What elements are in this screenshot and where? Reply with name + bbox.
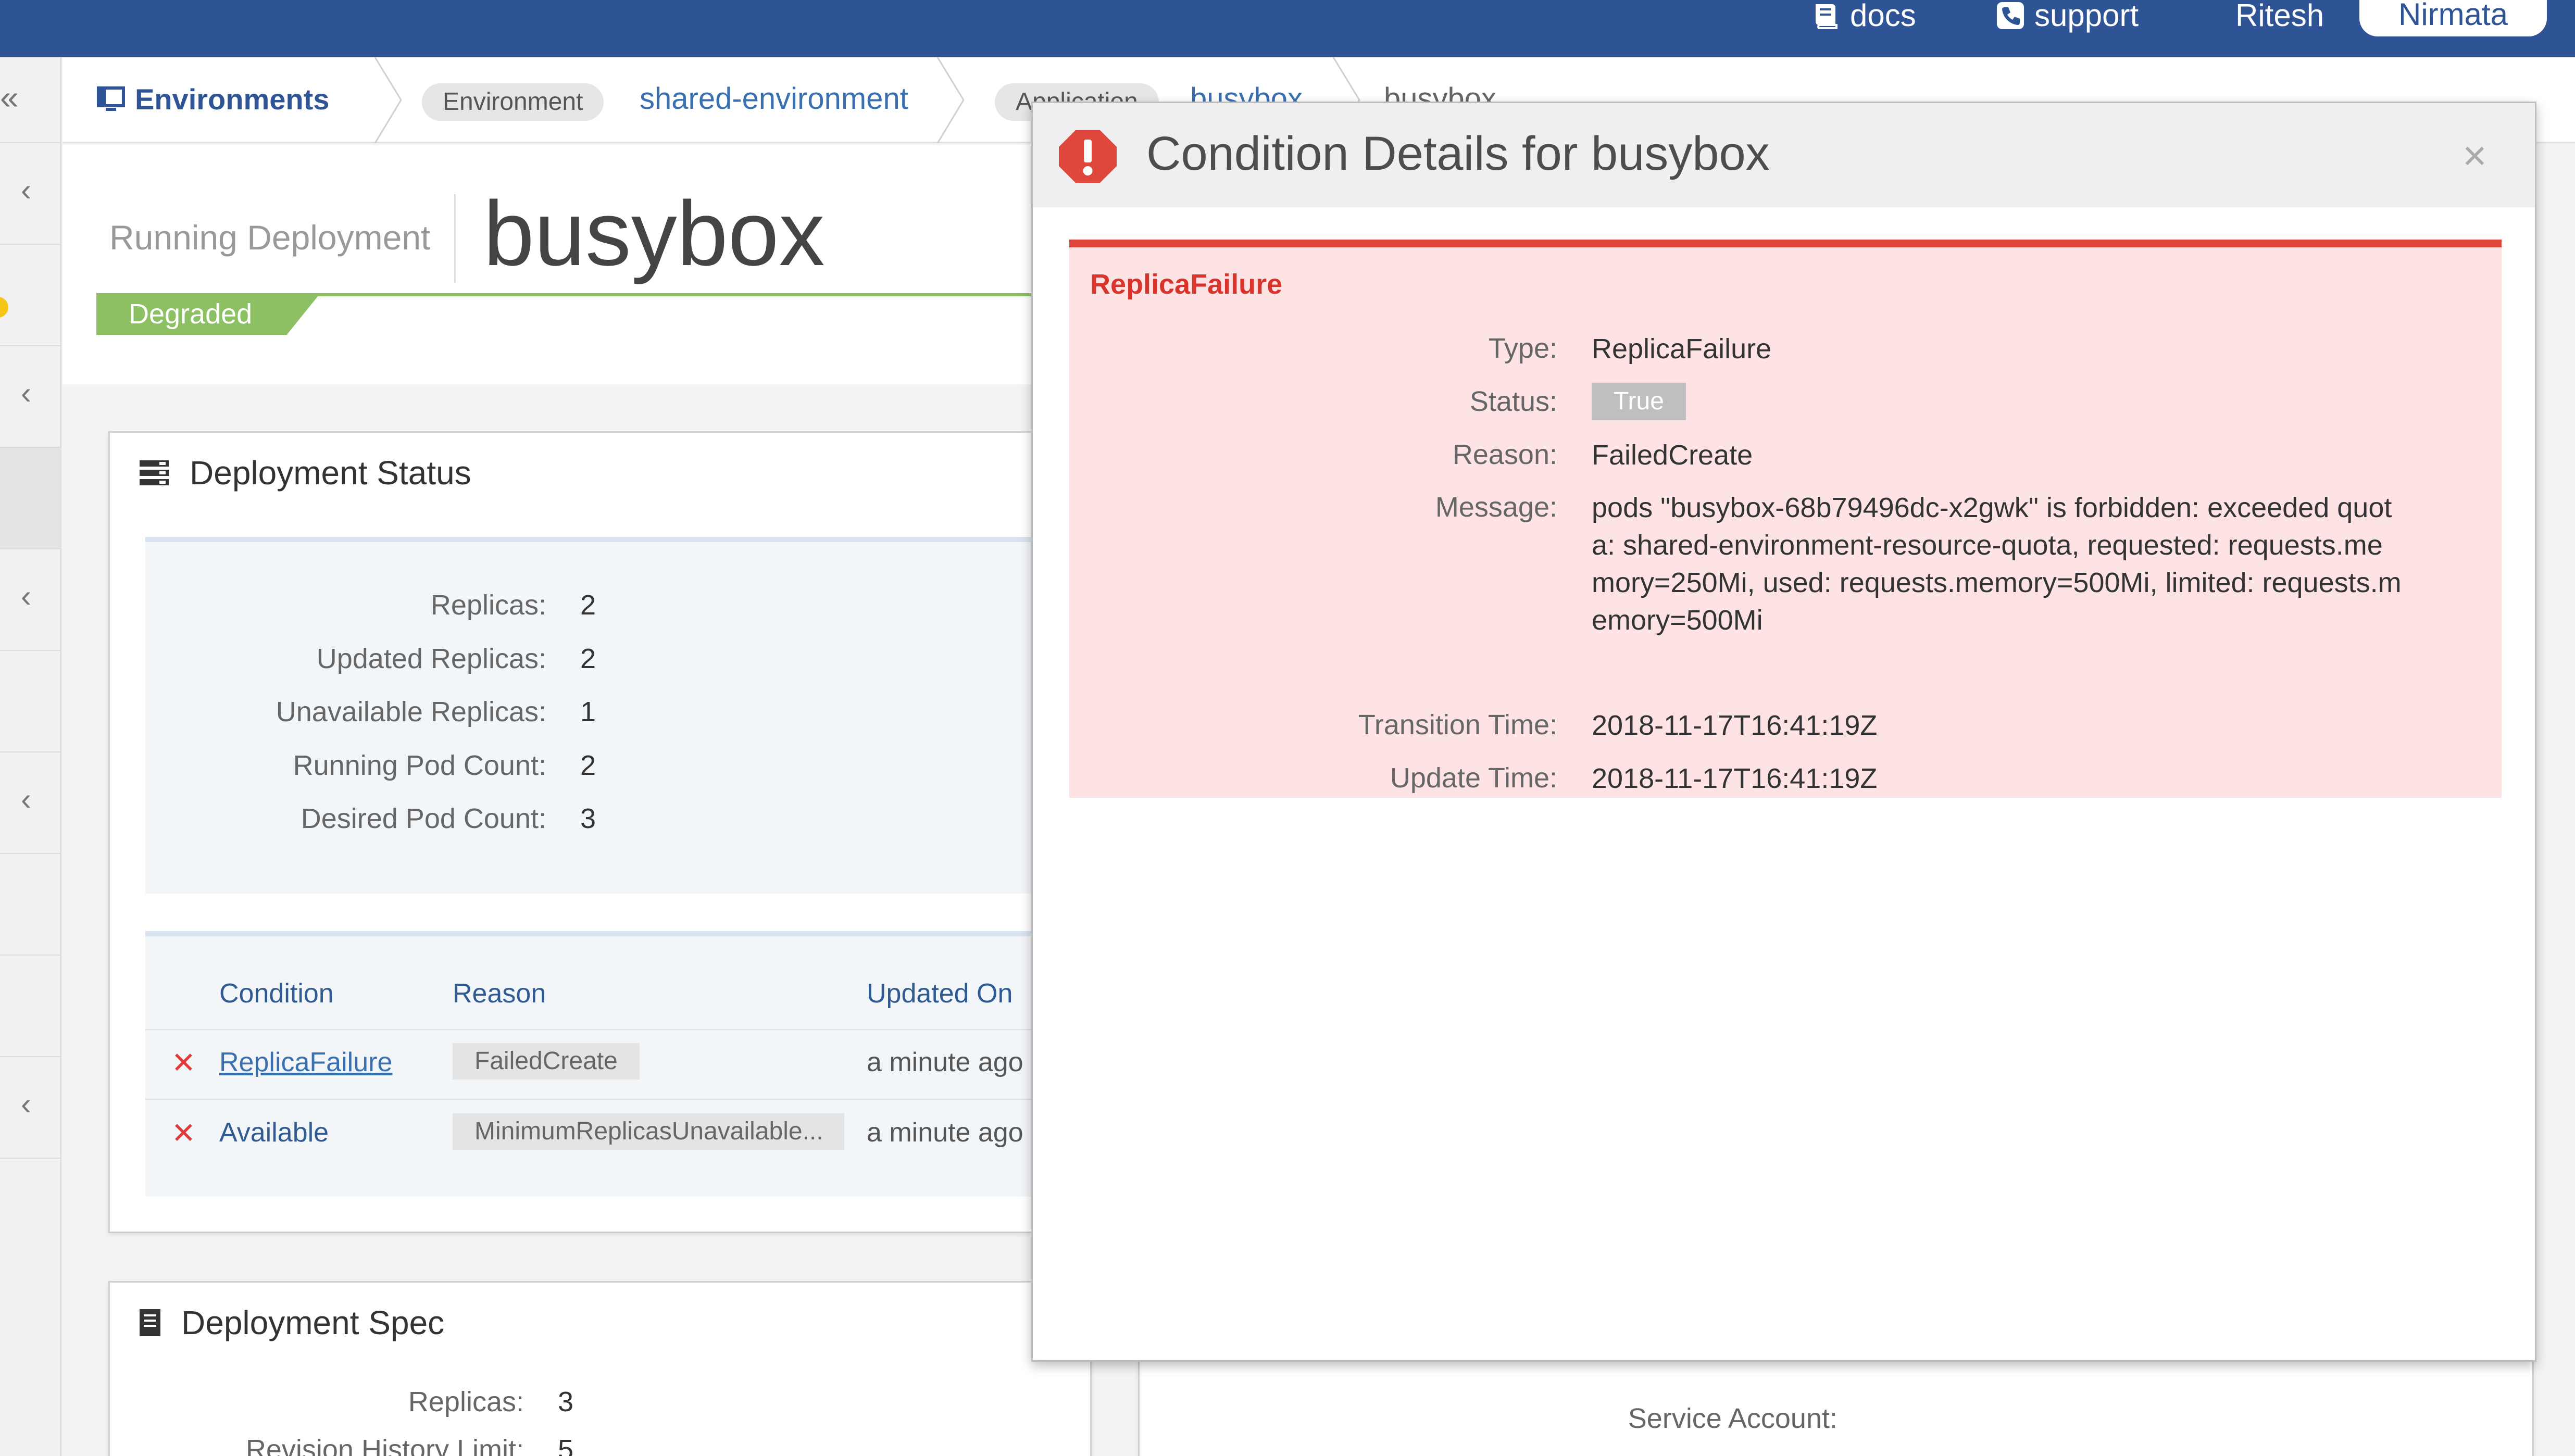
breadcrumb-root-label: Environments xyxy=(135,83,330,116)
support-link[interactable]: support xyxy=(1996,0,2139,31)
breadcrumb-separator xyxy=(936,57,965,143)
chevron-left-icon[interactable]: ‹ xyxy=(21,1086,31,1122)
error-octagon-icon xyxy=(1059,130,1117,183)
deployment-spec-title: Deployment Spec xyxy=(139,1303,444,1342)
status-dot xyxy=(0,297,8,318)
document-icon xyxy=(140,1309,160,1336)
field-desired-pod-count: Desired Pod Count: 3 xyxy=(301,803,596,834)
deployment-spec-card: Deployment Spec Replicas: 3 Revision His… xyxy=(108,1281,1092,1456)
sidebar-segment-8 xyxy=(0,854,61,956)
sidebar-segment-9 xyxy=(0,956,61,1057)
reason-tag: FailedCreate xyxy=(453,1043,640,1080)
field-unavailable-replicas: Unavailable Replicas: 1 xyxy=(276,696,596,727)
condition-details-modal: Condition Details for busybox × ReplicaF… xyxy=(1031,102,2536,1362)
condition-alert: ReplicaFailure Type: ReplicaFailure Stat… xyxy=(1069,240,2502,798)
modal-header: Condition Details for busybox × xyxy=(1033,103,2535,207)
support-label: support xyxy=(2034,0,2139,33)
breadcrumb-separator xyxy=(374,57,402,143)
condition-link[interactable]: ReplicaFailure xyxy=(219,1047,392,1078)
table-divider xyxy=(145,1099,1097,1100)
sidebar-segment-1[interactable]: ‹ xyxy=(0,143,61,245)
close-icon[interactable]: × xyxy=(2462,132,2487,180)
title-divider xyxy=(454,194,456,283)
column-header-updated-on: Updated On xyxy=(867,978,1013,1009)
field-running-pod-count: Running Pod Count: 2 xyxy=(293,750,596,781)
alert-reason-row: Reason: xyxy=(1452,439,1557,470)
error-x-icon: ✕ xyxy=(171,1116,196,1149)
column-header-condition: Condition xyxy=(219,978,334,1009)
deployment-header: Running Deployment busybox Degraded xyxy=(63,145,1055,384)
chevron-left-icon[interactable]: ‹ xyxy=(21,172,31,208)
condition-name: Available xyxy=(219,1118,329,1148)
column-header-reason: Reason xyxy=(453,978,546,1009)
chevron-left-icon[interactable]: ‹ xyxy=(21,578,31,614)
deployment-status-card: Deployment Status Replicas: 2 Updated Re… xyxy=(108,431,1098,1233)
phone-icon xyxy=(1997,2,2024,29)
user-name: Ritesh xyxy=(2235,0,2324,33)
field-updated-replicas: Updated Replicas: 2 xyxy=(316,643,596,674)
alert-update-value: 2018-11-17T16:41:19Z xyxy=(1592,763,1878,794)
breadcrumb-environments[interactable]: Environments xyxy=(96,82,329,116)
docs-link[interactable]: docs xyxy=(1811,0,1916,31)
sidebar-collapse-segment[interactable]: « xyxy=(0,57,61,143)
book-icon xyxy=(1816,4,1838,29)
alert-reason-value: FailedCreate xyxy=(1592,440,1753,471)
spec-field-replicas: Replicas: 3 xyxy=(408,1386,574,1417)
sidebar-segment-10[interactable]: ‹ xyxy=(0,1057,61,1159)
modal-title: Condition Details for busybox xyxy=(1146,127,1770,180)
deployment-type-label: Running Deployment xyxy=(109,218,431,257)
org-badge[interactable]: Nirmata xyxy=(2359,0,2547,36)
deployment-status-title: Deployment Status xyxy=(139,454,471,492)
environment-link[interactable]: shared-environment xyxy=(640,81,908,116)
sidebar-segment-2 xyxy=(0,245,61,346)
conditions-table: Condition Reason Updated On ✕ ReplicaFai… xyxy=(145,931,1097,1197)
reason-tag: MinimumReplicasUnavailable... xyxy=(453,1113,844,1150)
sidebar-segment-3[interactable]: ‹ xyxy=(0,346,61,448)
updated-on: a minute ago xyxy=(867,1047,1023,1077)
deployment-status-fields: Replicas: 2 Updated Replicas: 2 Unavaila… xyxy=(145,537,1097,894)
alert-heading: ReplicaFailure xyxy=(1090,269,1283,300)
status-badge: Degraded xyxy=(96,293,320,335)
sidebar-segment-6 xyxy=(0,651,61,752)
error-x-icon: ✕ xyxy=(171,1046,196,1079)
alert-message-value: pods "busybox-68b79496dc-x2gwk" is forbi… xyxy=(1592,492,2402,636)
alert-transition-value: 2018-11-17T16:41:19Z xyxy=(1592,710,1878,741)
sidebar-segment-4[interactable] xyxy=(0,448,61,549)
updated-on: a minute ago xyxy=(867,1118,1023,1148)
alert-update-row: Update Time: xyxy=(1390,762,1557,794)
chevron-left-icon[interactable]: ‹ xyxy=(21,375,31,411)
alert-type-value: ReplicaFailure xyxy=(1592,333,1772,365)
sidebar-segment-7[interactable]: ‹ xyxy=(0,752,61,854)
environment-tag: Environment xyxy=(422,83,604,121)
top-bar: docs support Ritesh Nirmata xyxy=(0,0,2575,57)
alert-type-row: Type: xyxy=(1488,333,1557,364)
double-chevron-left-icon[interactable]: « xyxy=(0,78,19,117)
page-title: busybox xyxy=(483,183,825,285)
alert-transition-row: Transition Time: xyxy=(1358,709,1557,740)
docs-label: docs xyxy=(1850,0,1916,33)
server-icon xyxy=(140,460,169,485)
spec-field-revision-history-limit: Revision History Limit: 5 xyxy=(245,1434,574,1456)
user-menu[interactable]: Ritesh xyxy=(2235,0,2324,31)
status-true-tag: True xyxy=(1592,383,1686,420)
service-account-field: Service Account: xyxy=(1628,1403,1838,1434)
alert-status-row: Status: xyxy=(1469,386,1557,417)
table-divider xyxy=(145,1029,1097,1030)
field-replicas: Replicas: 2 xyxy=(430,589,596,621)
alert-message-row: Message: xyxy=(1435,492,1557,523)
chevron-left-icon[interactable]: ‹ xyxy=(21,781,31,817)
sidebar-segment-5[interactable]: ‹ xyxy=(0,549,61,651)
left-sidebar: « ‹ ‹ ‹ ‹ ‹ xyxy=(0,57,61,1456)
monitor-icon xyxy=(97,86,125,111)
